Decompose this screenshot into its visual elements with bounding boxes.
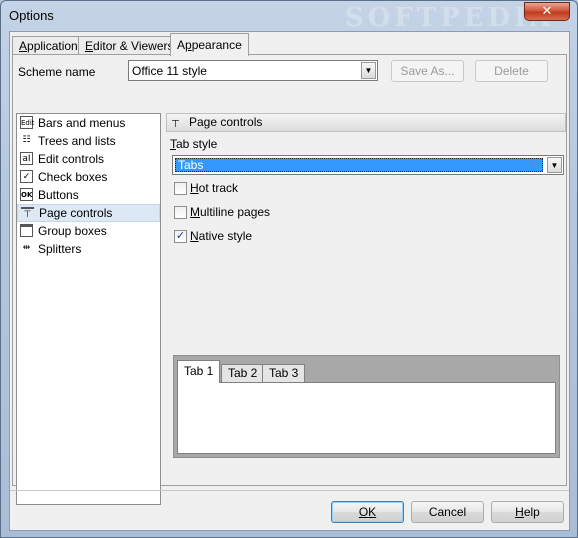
list-item-splitters[interactable]: ⇹ Splitters <box>17 240 160 258</box>
category-list[interactable]: Edit Bars and menus ☷ Trees and lists aI… <box>16 113 161 505</box>
list-item-buttons[interactable]: OK Buttons <box>17 186 160 204</box>
scheme-name-value: Office 11 style <box>132 64 207 78</box>
close-icon: ✕ <box>541 3 553 18</box>
checkbox-box[interactable] <box>174 182 187 195</box>
help-button[interactable]: Help <box>491 501 564 523</box>
appearance-page: Scheme name Office 11 style ▼ Save As...… <box>12 54 567 505</box>
delete-button[interactable]: Delete <box>475 60 548 82</box>
dialog-client: Application Editor & Viewers Appearance … <box>9 31 570 531</box>
preview-tab-2[interactable]: Tab 2 <box>221 364 265 382</box>
text-cursor-icon: aI <box>20 152 33 165</box>
chevron-down-icon[interactable]: ▼ <box>547 157 562 173</box>
close-button[interactable]: ✕ <box>524 2 570 21</box>
panel-header: ⊤ Page controls <box>166 113 566 132</box>
tab-application[interactable]: Application <box>12 36 85 55</box>
page-control-preview: Tab 1 Tab 2 Tab 3 <box>173 355 560 458</box>
ok-button-icon: OK <box>20 188 33 201</box>
groupbox-icon <box>20 224 33 237</box>
tab-style-label: Tab style <box>170 137 218 151</box>
ok-button[interactable]: OK <box>331 501 404 523</box>
native-style-label: Native style <box>190 229 253 243</box>
cancel-button[interactable]: Cancel <box>411 501 484 523</box>
list-item-trees-and-lists[interactable]: ☷ Trees and lists <box>17 132 160 150</box>
preview-tab-body <box>177 382 556 454</box>
splitter-icon: ⇹ <box>22 243 31 253</box>
chevron-down-icon[interactable]: ▼ <box>361 62 376 79</box>
window-title: Options <box>9 8 54 23</box>
tabs-icon: ⊤ <box>171 119 180 130</box>
hot-track-label: Hot track <box>190 181 239 195</box>
scheme-name-select[interactable]: Office 11 style ▼ <box>128 60 378 81</box>
tab-style-select[interactable]: Tabs ▼ <box>172 155 564 175</box>
list-item-bars-and-menus[interactable]: Edit Bars and menus <box>17 114 160 132</box>
footer-divider <box>10 490 569 491</box>
list-item-edit-controls[interactable]: aI Edit controls <box>17 150 160 168</box>
checkbox-box[interactable] <box>174 206 187 219</box>
tab-appearance[interactable]: Appearance <box>170 33 249 56</box>
preview-tab-1[interactable]: Tab 1 <box>177 360 221 383</box>
list-item-check-boxes[interactable]: ✓ Check boxes <box>17 168 160 186</box>
list-item-page-controls[interactable]: ⊤ Page controls <box>17 204 160 222</box>
checkbox-icon: ✓ <box>20 170 33 183</box>
preview-tab-3[interactable]: Tab 3 <box>262 364 306 382</box>
list-item-group-boxes[interactable]: Group boxes <box>17 222 160 240</box>
tree-icon: ☷ <box>22 135 31 145</box>
checkbox-box[interactable]: ✓ <box>174 230 187 243</box>
tab-editor-viewers[interactable]: Editor & Viewers <box>78 36 181 55</box>
settings-panel: ⊤ Page controls Tab style Tabs ▼ Hot tra… <box>166 113 566 505</box>
options-window: Options SOFTPEDIA ✕ Application Editor &… <box>0 0 578 538</box>
tab-style-value: Tabs <box>175 158 543 172</box>
title-bar[interactable]: Options SOFTPEDIA ✕ <box>1 1 577 33</box>
multiline-pages-label: Multiline pages <box>190 205 271 219</box>
save-as-button[interactable]: Save As... <box>391 60 464 82</box>
scheme-name-label: Scheme name <box>18 65 96 79</box>
tabs-icon: ⊤ <box>21 207 34 220</box>
edit-icon: Edit <box>20 116 35 129</box>
